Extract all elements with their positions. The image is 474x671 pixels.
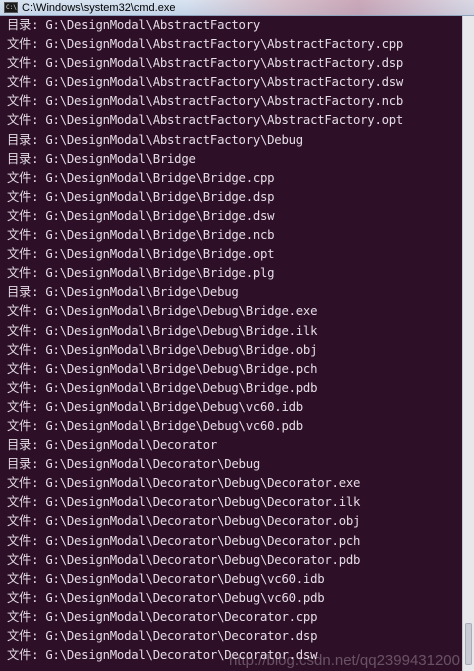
console-line: 文件: G:\DesignModal\Bridge\Debug\Bridge.p… (7, 380, 318, 395)
console-line: 目录: G:\DesignModal\AbstractFactory (7, 18, 261, 32)
console-line: 文件: G:\DesignModal\Decorator\Decorator.d… (7, 629, 318, 643)
console-line: 文件: G:\DesignModal\Bridge\Debug\Bridge.i… (7, 323, 318, 338)
console-line: 文件: G:\DesignModal\Decorator\Debug\Decor… (7, 533, 361, 548)
console-line: 文件: G:\DesignModal\Decorator\Debug\Decor… (7, 476, 361, 491)
window-title: C:\Windows\system32\cmd.exe (22, 1, 176, 14)
title-bar-blurred-area (185, 0, 474, 15)
console-line: 文件: G:\DesignModal\Decorator\Debug\Decor… (7, 514, 361, 529)
console-line: 文件: G:\DesignModal\Decorator\Decorator.d… (7, 648, 318, 663)
console-line: 文件: G:\DesignModal\Bridge\Bridge.cpp (7, 170, 275, 185)
title-bar[interactable]: C:\ C:\Windows\system32\cmd.exe (0, 0, 474, 16)
console-line: 目录: G:\DesignModal\Decorator (7, 438, 218, 453)
console-line: 文件: G:\DesignModal\Decorator\Debug\vc60.… (7, 590, 325, 605)
vertical-scrollbar[interactable] (462, 16, 474, 671)
console-line: 目录: G:\DesignModal\Bridge\Debug (7, 285, 239, 300)
cmd-console-icon: C:\ (4, 2, 18, 13)
console-line: 文件: G:\DesignModal\Bridge\Debug\Bridge.e… (7, 304, 318, 319)
console-output[interactable]: 目录: G:\DesignModal\AbstractFactory 文件: G:… (0, 16, 462, 671)
console-line: 文件: G:\DesignModal\AbstractFactory\Abstr… (7, 56, 404, 71)
cmd-window: C:\ C:\Windows\system32\cmd.exe 目录: G:\D… (0, 0, 474, 671)
console-line: 文件: G:\DesignModal\Bridge\Debug\Bridge.p… (7, 361, 318, 376)
console-line: 文件: G:\DesignModal\AbstractFactory\Abstr… (7, 37, 404, 52)
console-line: 文件: G:\DesignModal\Bridge\Debug\vc60.pdb (7, 418, 303, 433)
console-line: 文件: G:\DesignModal\Decorator\Decorator.c… (7, 609, 318, 624)
console-line: 文件: G:\DesignModal\Bridge\Bridge.plg (7, 266, 275, 281)
console-line: 文件: G:\DesignModal\Bridge\Bridge.opt (7, 247, 275, 262)
console-line: 目录: G:\DesignModal\Decorator\Debug (7, 457, 261, 472)
scrollbar-thumb[interactable] (465, 623, 472, 665)
console-line: 文件: G:\DesignModal\Bridge\Bridge.dsw (7, 208, 275, 223)
console-line: 文件: G:\DesignModal\Bridge\Bridge.dsp (7, 189, 275, 204)
console-line: 目录: G:\DesignModal\AbstractFactory\Debug (7, 132, 303, 147)
console-line: 文件: G:\DesignModal\AbstractFactory\Abstr… (7, 113, 404, 128)
console-line: 文件: G:\DesignModal\Decorator\Debug\vc60.… (7, 571, 325, 586)
console-line: 文件: G:\DesignModal\AbstractFactory\Abstr… (7, 94, 404, 109)
console-line: 文件: G:\DesignModal\Decorator\Debug\Decor… (7, 552, 361, 567)
console-line: 文件: G:\DesignModal\Bridge\Debug\Bridge.o… (7, 342, 318, 357)
console-line: 文件: G:\DesignModal\AbstractFactory\Abstr… (7, 75, 404, 90)
console-line: 文件: G:\DesignModal\Decorator\Debug\Decor… (7, 495, 361, 510)
console-line: 文件: G:\DesignModal\Bridge\Debug\vc60.idb (7, 399, 303, 414)
console-line: 文件: G:\DesignModal\Bridge\Bridge.ncb (7, 228, 275, 243)
console-line: 目录: G:\DesignModal\Bridge (7, 151, 196, 166)
